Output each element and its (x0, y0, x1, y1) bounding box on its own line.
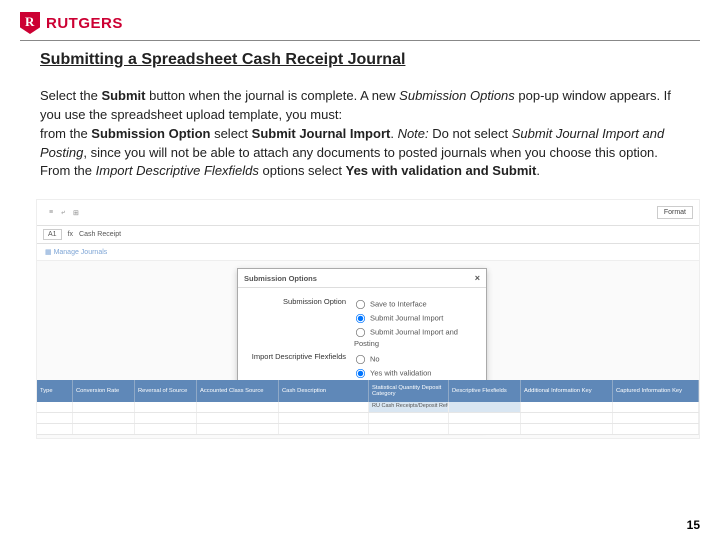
align-icon: ≡ (49, 209, 53, 217)
formula-bar: A1 fx Cash Receipt (37, 226, 699, 244)
dialog-title: Submission Options (244, 274, 317, 283)
submission-option-label: Submission Option (246, 297, 346, 306)
flexfields-label: Import Descriptive Flexfields (246, 352, 346, 361)
brand-text: RUTGERS (46, 15, 123, 32)
brand-header: RUTGERS (0, 0, 720, 34)
page-number: 15 (687, 518, 700, 532)
opt-submit-import-posting[interactable]: Submit Journal Import and Posting (354, 326, 478, 348)
cell-reference[interactable]: A1 (43, 229, 62, 240)
table-row[interactable] (37, 424, 699, 435)
wrap-icon: ⤶ (61, 209, 65, 217)
spreadsheet-screenshot: ≡ ⤶ ⊞ Format A1 fx Cash Receipt ▦ Manage… (36, 199, 700, 439)
page-title: Submitting a Spreadsheet Cash Receipt Jo… (40, 51, 680, 69)
flex-yes-validation[interactable]: Yes with validation (354, 367, 478, 380)
opt-submit-import[interactable]: Submit Journal Import (354, 312, 478, 325)
link-bar[interactable]: ▦ Manage Journals (37, 244, 699, 261)
column-headers: Type Conversion Rate Reversal of Source … (37, 380, 699, 402)
rutgers-shield-icon (20, 12, 40, 34)
opt-save-interface[interactable]: Save to Interface (354, 298, 478, 311)
instruction-text: Select the Submit button when the journa… (40, 87, 680, 181)
flex-no[interactable]: No (354, 353, 478, 366)
close-icon[interactable]: × (475, 273, 480, 283)
format-button[interactable]: Format (657, 206, 693, 219)
fx-content: Cash Receipt (79, 231, 121, 238)
excel-ribbon: ≡ ⤶ ⊞ Format (37, 200, 699, 226)
table-row[interactable] (37, 413, 699, 424)
merge-icon: ⊞ (73, 209, 79, 217)
header-divider (20, 40, 700, 41)
table-row[interactable]: RU Cash Receipts/Deposit Reference (37, 402, 699, 413)
fx-icon: fx (68, 231, 73, 238)
spreadsheet-grid: Type Conversion Rate Reversal of Source … (37, 380, 699, 438)
